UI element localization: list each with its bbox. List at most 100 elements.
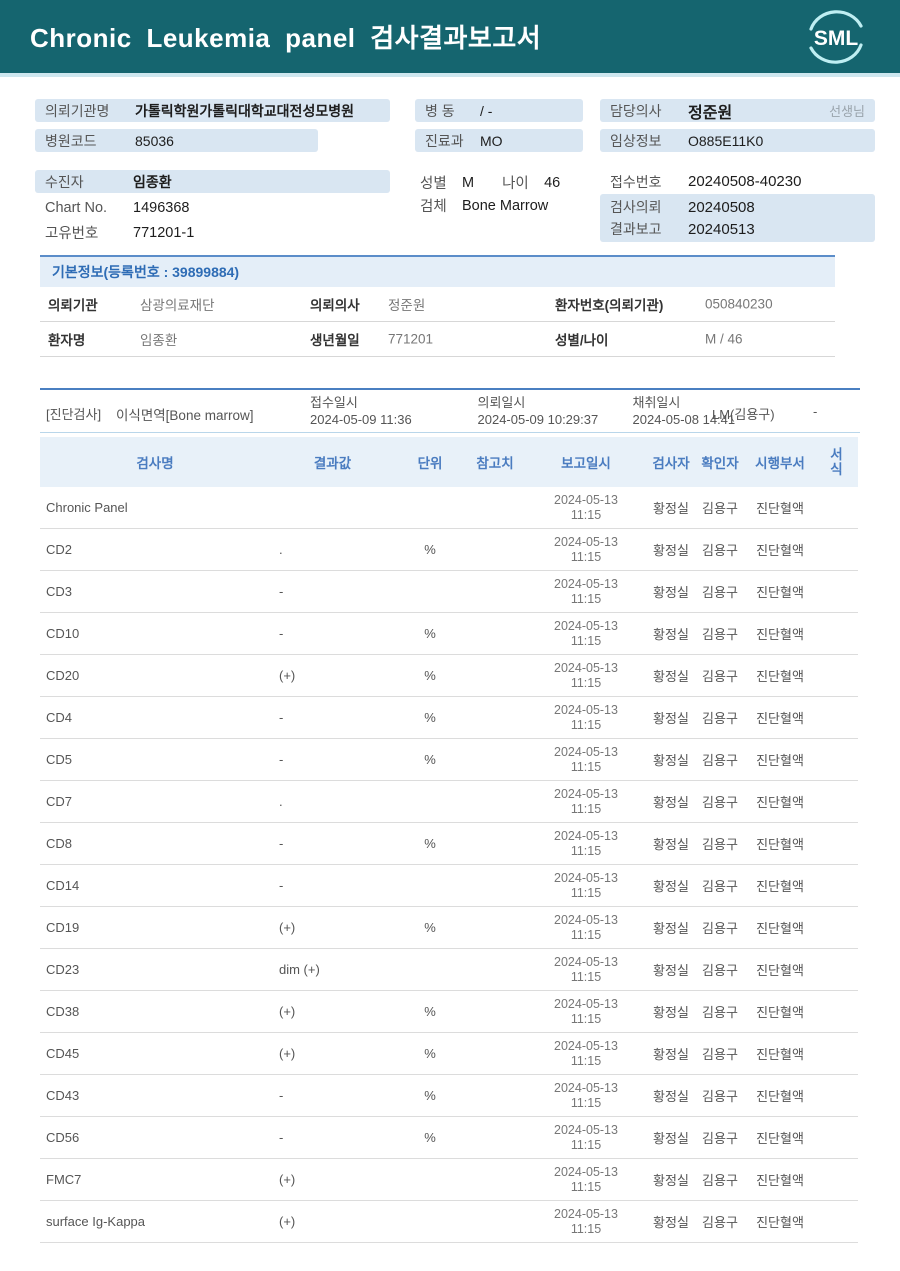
tester: 황정실 xyxy=(653,795,689,810)
report-date: 2024-05-13 xyxy=(554,492,618,507)
field-value: O885E11K0 xyxy=(688,132,764,149)
table-row: CD8 - % 2024-05-13 11:15 황정실 김용구 진단혈액 xyxy=(40,823,858,865)
tester: 황정실 xyxy=(653,501,689,516)
reference xyxy=(465,907,525,948)
confirmer: 김용구 xyxy=(702,1005,738,1020)
table-row: CD2 . % 2024-05-13 11:15 황정실 김용구 진단혈액 xyxy=(40,529,858,571)
report-date: 20240513 xyxy=(688,220,755,238)
report-time: 11:15 xyxy=(570,1221,602,1236)
tester: 황정실 xyxy=(653,1131,689,1146)
reference xyxy=(465,529,525,570)
reference xyxy=(465,1201,525,1242)
report-time: 11:15 xyxy=(570,1011,602,1026)
accession-info: 접수번호 20240508-40230 검사의뢰 20240508 결과보고 2… xyxy=(600,170,875,242)
field-clinical-info: 임상정보 O885E11K0 xyxy=(600,129,875,152)
form xyxy=(815,655,858,696)
field-hospital-code: 병원코드 85036 xyxy=(35,129,318,152)
report-time: 11:15 xyxy=(570,843,602,858)
result-value: (+) xyxy=(279,1172,296,1187)
results-table-header: 검사명 결과값 단위 참고치 보고일시 검사자 확인자 시행부서 서식 xyxy=(40,437,858,487)
tester: 황정실 xyxy=(653,879,689,894)
report-date: 2024-05-13 xyxy=(554,1080,618,1095)
report-header: Chronic Leukemia panel 검사결과보고서 SML xyxy=(0,0,900,73)
report-datetime: 2024-05-13 11:15 xyxy=(525,907,647,948)
report-datetime: 2024-05-13 11:15 xyxy=(525,529,647,570)
tester: 황정실 xyxy=(653,543,689,558)
col-test-name: 검사명 xyxy=(136,456,174,471)
collect-datetime-group: 채취일시 2024-05-08 14:41 xyxy=(560,394,736,427)
unit: % xyxy=(424,836,436,851)
result-value: - xyxy=(279,626,284,641)
form xyxy=(815,823,858,864)
logo-text: SML xyxy=(814,27,859,50)
field-value: 가톨릭학원가톨릭대학교대전성모병원 xyxy=(135,102,354,119)
patient-no-value: 050840230 xyxy=(705,296,773,312)
form xyxy=(815,1033,858,1074)
report-date: 2024-05-13 xyxy=(554,744,618,759)
report-datetime: 2024-05-13 11:15 xyxy=(525,1117,647,1158)
exam-name: 이식면역[Bone marrow] xyxy=(116,408,254,423)
report-datetime: 2024-05-13 11:15 xyxy=(525,949,647,990)
sex-age-value: M / 46 xyxy=(705,331,743,347)
form xyxy=(815,991,858,1032)
report-time: 11:15 xyxy=(570,801,602,816)
field-label: 진료과 xyxy=(425,132,464,149)
report-datetime: 2024-05-13 11:15 xyxy=(525,1033,647,1074)
field-label: 의뢰기관명 xyxy=(45,102,110,119)
table-row: CD19 (+) % 2024-05-13 11:15 황정실 김용구 진단혈액 xyxy=(40,907,858,949)
field-accession-no: 접수번호 20240508-40230 xyxy=(600,170,875,193)
confirmer: 김용구 xyxy=(702,1047,738,1062)
field-label: 병 동 xyxy=(425,102,455,119)
confirmer: 김용구 xyxy=(702,753,738,768)
result-value: . xyxy=(279,794,283,809)
department: 진단혈액 xyxy=(756,753,804,768)
department: 진단혈액 xyxy=(756,669,804,684)
field-patient-name: 수진자 임종환 xyxy=(35,170,390,193)
test-name: Chronic Panel xyxy=(46,500,128,515)
department: 진단혈액 xyxy=(756,711,804,726)
tester: 황정실 xyxy=(653,585,689,600)
accession-no: 20240508-40230 xyxy=(688,173,802,190)
department: 진단혈액 xyxy=(756,627,804,642)
department: 진단혈액 xyxy=(756,1005,804,1020)
report-date: 2024-05-13 xyxy=(554,828,618,843)
reference xyxy=(465,865,525,906)
form xyxy=(815,571,858,612)
results-table: 검사명 결과값 단위 참고치 보고일시 검사자 확인자 시행부서 서식 Chro… xyxy=(40,437,858,1243)
test-name: CD56 xyxy=(46,1130,80,1145)
field-report-date: 결과보고 20240513 xyxy=(600,218,875,240)
report-datetime: 2024-05-13 11:15 xyxy=(525,865,647,906)
report-datetime: 2024-05-13 11:15 xyxy=(525,487,647,528)
request-datetime-group: 의뢰일시 2024-05-09 10:29:37 xyxy=(395,394,599,427)
test-name: CD4 xyxy=(46,710,73,725)
basic-info-title: 기본정보(등록번호 : 39899884) xyxy=(40,257,835,287)
field-label: 수진자 xyxy=(45,173,84,190)
birthdate-label: 생년월일 xyxy=(310,333,360,348)
report-date: 2024-05-13 xyxy=(554,1206,618,1221)
test-name: CD2 xyxy=(46,542,73,557)
table-row: FMC7 (+) 2024-05-13 11:15 황정실 김용구 진단혈액 xyxy=(40,1159,858,1201)
report-date: 2024-05-13 xyxy=(554,1038,618,1053)
sex-value: M xyxy=(462,174,475,191)
tester: 황정실 xyxy=(653,669,689,684)
table-row: CD7 . 2024-05-13 11:15 황정실 김용구 진단혈액 xyxy=(40,781,858,823)
confirmer: 김용구 xyxy=(702,543,738,558)
tester: 황정실 xyxy=(653,1173,689,1188)
patient-name: 임종환 xyxy=(133,173,172,190)
reference xyxy=(465,1117,525,1158)
test-name: CD23 xyxy=(46,962,80,977)
referring-doctor-value: 정준원 xyxy=(388,298,426,313)
tester: 황정실 xyxy=(653,963,689,978)
result-value: - xyxy=(279,710,284,725)
request-datetime-label: 의뢰일시 xyxy=(477,395,526,410)
report-date: 2024-05-13 xyxy=(554,1122,618,1137)
test-name: CD45 xyxy=(46,1046,80,1061)
patient-demographics: 성별 M 나이 46 검체 Bone Marrow xyxy=(420,171,595,217)
report-datetime: 2024-05-13 11:15 xyxy=(525,1075,647,1116)
table-row: CD14 - 2024-05-13 11:15 황정실 김용구 진단혈액 xyxy=(40,865,858,907)
unit: % xyxy=(424,1130,436,1145)
tester: 황정실 xyxy=(653,837,689,852)
confirmer: 김용구 xyxy=(702,627,738,642)
col-unit: 단위 xyxy=(417,456,443,471)
ward-info: 병 동 / - 진료과 MO xyxy=(415,99,583,159)
